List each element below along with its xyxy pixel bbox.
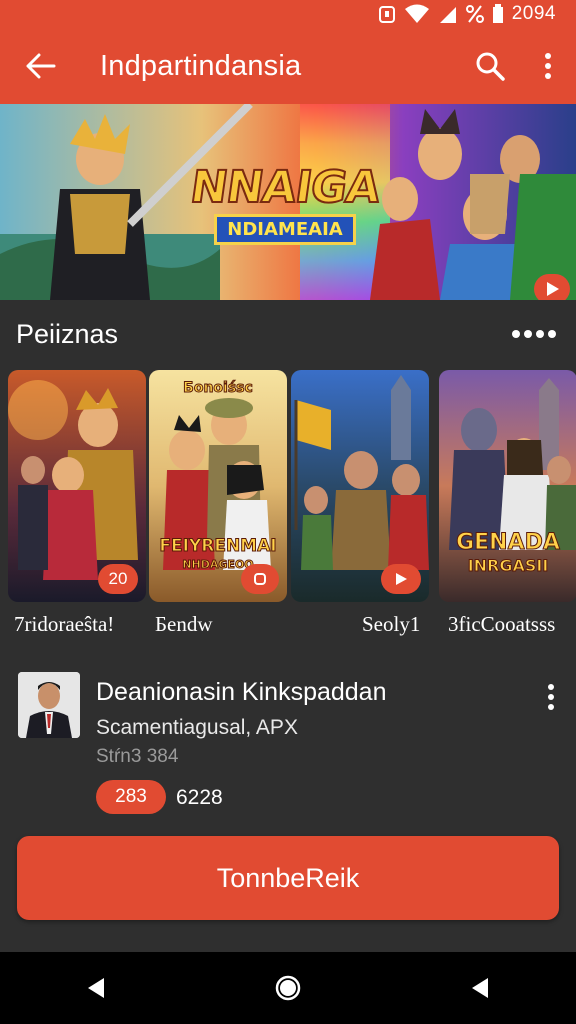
primary-action-button[interactable]: TonnbeReik [17,836,559,920]
game-card[interactable]: GENADA INRGASII [439,370,576,602]
page-title: Indpartindansia [100,49,302,82]
back-button[interactable] [0,28,82,104]
more-vert-icon[interactable] [544,680,558,714]
card-label[interactable]: Бendw [155,612,213,637]
rating-pill[interactable]: 283 [96,780,166,814]
card-logo-sub: INRGASII [467,556,549,576]
nav-home-button[interactable] [248,952,328,1024]
game-carousel: 20 Бonoiśsc FEIYRENMAI NHDAGEOO GENADA I… [8,370,576,602]
status-time: 2094 [511,3,556,24]
play-icon [547,282,559,296]
card-label[interactable]: 3ficCooatsss [448,612,555,637]
status-bar: 2094 [0,0,576,28]
arrow-left-icon [26,53,56,79]
more-vert-icon [545,53,551,79]
banner-title-logo: NNAIGA NDIAMEAIA [186,161,384,245]
avatar[interactable] [18,672,80,738]
game-card[interactable] [291,370,429,602]
search-button[interactable] [460,28,520,104]
back-triangle-icon [88,978,104,998]
publisher-name[interactable]: Deanionasin Kinkspaddan [96,678,387,707]
card-logo-top: Бonoiśsc [183,380,254,397]
overflow-menu-button[interactable] [520,28,576,104]
game-card[interactable]: 20 [8,370,146,602]
battery-icon [492,4,504,24]
card-play-button[interactable] [381,564,421,594]
publisher-subtitle: Scamentiagusal, APX [96,716,298,739]
card-logo: FEIYRENMAI [159,536,277,557]
card-label[interactable]: 7ridoraeŝta! [14,612,114,637]
card-play-button[interactable] [241,564,279,594]
signal-icon [438,4,458,24]
section-title: Peiiznas [16,318,119,349]
play-icon [396,573,407,585]
nav-back-button[interactable] [56,952,136,1024]
publisher-card: Deanionasin Kinkspaddan Scamentiagusal, … [0,664,576,824]
percent-icon [465,4,484,24]
card-badge: 20 [98,564,138,594]
review-count: 6228 [176,786,223,809]
featured-banner[interactable]: NNAIGA NDIAMEAIA [0,104,576,300]
wifi-icon [404,4,430,24]
card-label[interactable]: Seoly1 [362,612,420,637]
game-card[interactable]: Бonoiśsc FEIYRENMAI NHDAGEOO [149,370,287,602]
home-circle-icon [275,975,301,1001]
app-bar: Indpartindansia [0,28,576,104]
nav-recents-button[interactable] [440,952,520,1024]
system-nav-bar [0,952,576,1024]
stop-icon [254,573,266,585]
card-labels: 7ridoraeŝta! Бendw Seoly1 3ficCooatsss [0,612,576,642]
publisher-meta: Stŕn3 384 [96,746,179,767]
alarm-icon [378,4,396,24]
more-horiz-icon[interactable] [508,322,560,346]
section-header: Peiiznas [0,300,576,368]
recent-triangle-icon [472,978,488,998]
card-logo: GENADA [456,530,561,556]
banner-play-button[interactable] [534,274,570,300]
banner-subtitle: NDIAMEAIA [214,214,356,245]
banner-title: NNAIGA [186,161,383,214]
search-icon [476,52,505,81]
